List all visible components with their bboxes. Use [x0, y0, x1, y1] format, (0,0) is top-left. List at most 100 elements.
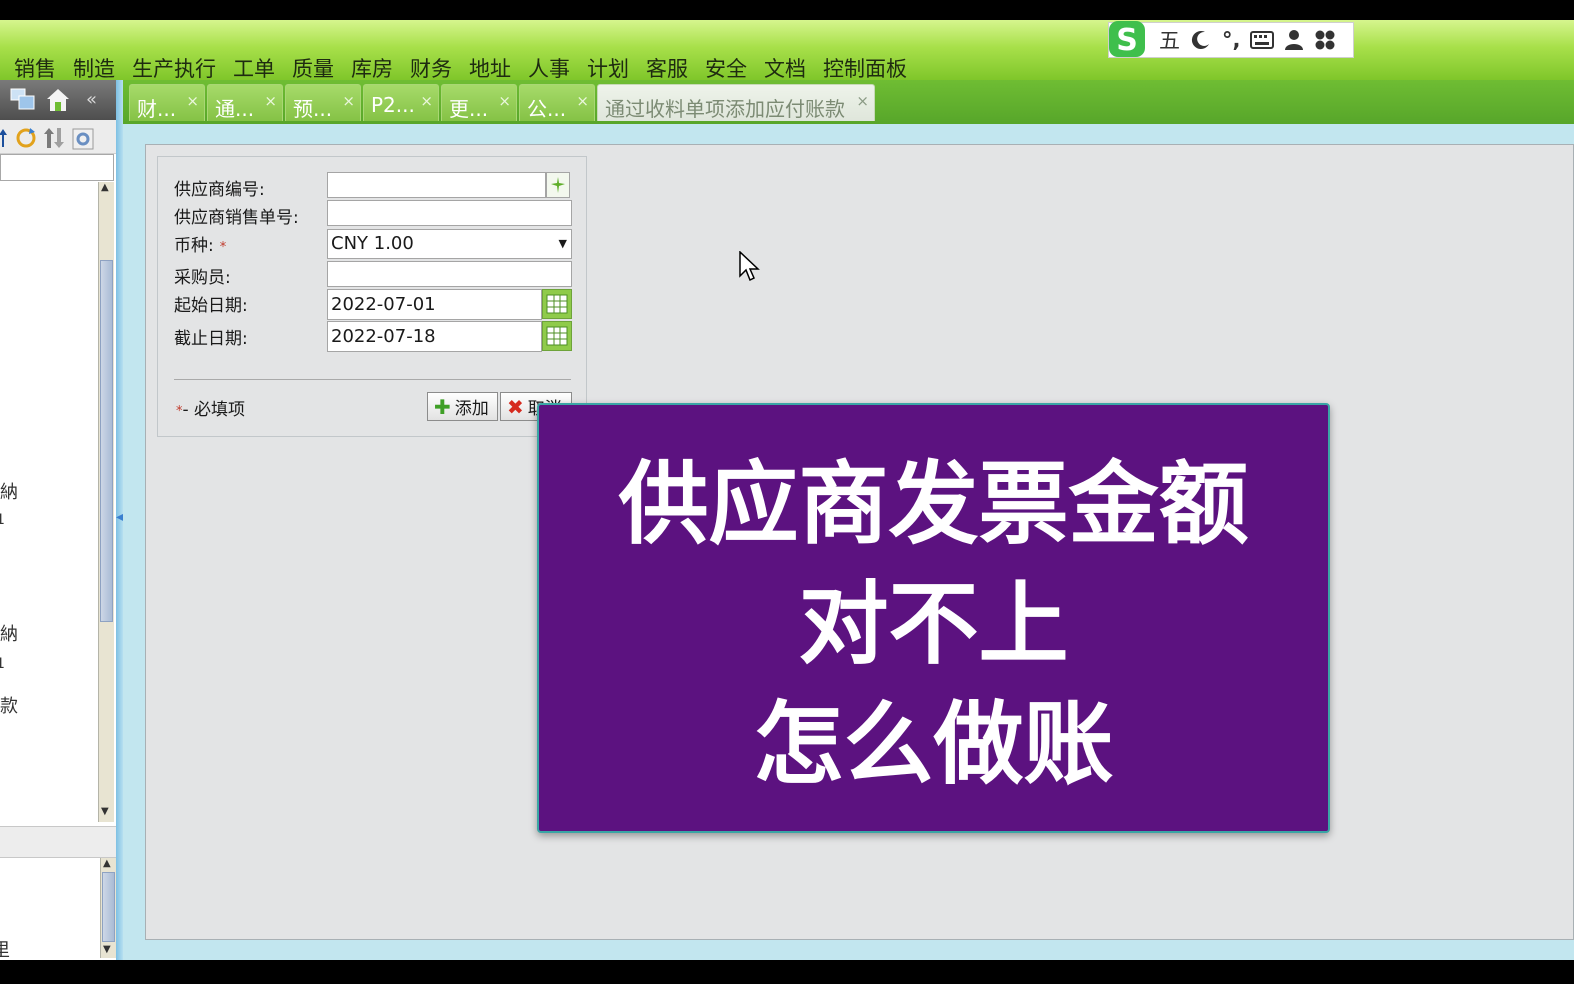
- tree-item-4[interactable]: 1: [0, 656, 5, 672]
- tab-general[interactable]: 通... ×: [207, 84, 283, 121]
- navigation-tree: 納 1 納 1 款: [0, 182, 98, 822]
- menu-customer-service[interactable]: 客服: [646, 56, 688, 82]
- end-date-field[interactable]: 2022-07-18: [327, 321, 542, 352]
- start-date-label: 起始日期:: [174, 296, 248, 316]
- tab-close-icon[interactable]: ×: [576, 92, 589, 110]
- tab-label: 更...: [449, 97, 489, 121]
- menu-quality[interactable]: 质量: [292, 56, 334, 82]
- tab-finance[interactable]: 财... ×: [129, 84, 205, 121]
- supplier-sales-no-label: 供应商销售单号:: [174, 208, 299, 228]
- tab-public[interactable]: 公... ×: [519, 84, 595, 121]
- tree-scrollbar[interactable]: ▲ ▼: [98, 182, 114, 822]
- tree-toolbar: [0, 120, 116, 154]
- add-button[interactable]: ✚ 添加: [427, 392, 498, 421]
- supplier-lookup-button[interactable]: [546, 172, 570, 198]
- collapse-panel-icon[interactable]: «: [86, 89, 97, 110]
- tree-item-3[interactable]: 納: [0, 620, 18, 646]
- menu-warehouse[interactable]: 库房: [351, 56, 393, 82]
- overlay-title-line-2: 对不上: [798, 572, 1069, 677]
- menu-security[interactable]: 安全: [705, 56, 747, 82]
- supplier-sales-no-field[interactable]: [327, 200, 572, 226]
- home-icon[interactable]: [45, 87, 71, 117]
- chevron-down-icon[interactable]: ▼: [559, 230, 567, 258]
- scroll-down-arrow-icon[interactable]: ▼: [103, 944, 111, 955]
- buyer-label: 采购员:: [174, 268, 231, 288]
- menu-finance[interactable]: 财务: [410, 56, 452, 82]
- tab-close-icon[interactable]: ×: [264, 92, 277, 110]
- form-divider: [174, 379, 571, 380]
- menu-documents[interactable]: 文档: [764, 56, 806, 82]
- bottom-black-bar: [0, 960, 1574, 984]
- menu-manufacturing[interactable]: 制造: [73, 56, 115, 82]
- add-payable-form: 供应商编号: 供应商销售单号: 币种: * CNY 1.00 ▼ 采购员: 起始日…: [157, 156, 587, 437]
- plus-icon: ✚: [434, 394, 451, 419]
- menu-work-order[interactable]: 工单: [233, 56, 275, 82]
- menu-control-panel[interactable]: 控制面板: [823, 56, 907, 82]
- tab-close-icon[interactable]: ×: [498, 92, 511, 110]
- menu-hr[interactable]: 人事: [528, 56, 570, 82]
- ime-punct-label[interactable]: °,: [1222, 28, 1240, 52]
- tree-item-1[interactable]: 納: [0, 478, 18, 504]
- tree-scrollbar-thumb[interactable]: [100, 260, 113, 622]
- required-mark: *: [219, 240, 227, 255]
- end-date-label: 截止日期:: [174, 329, 248, 349]
- add-button-label: 添加: [454, 399, 489, 419]
- tab-p2[interactable]: P2... ×: [363, 84, 439, 121]
- left-navigation-panel: « 納 1 納 1 款 ▲ ▼ 里 ▲ ▼: [0, 80, 120, 961]
- start-date-field[interactable]: 2022-07-01: [327, 289, 542, 320]
- ime-mode-label[interactable]: 五: [1159, 25, 1180, 55]
- overlay-title-line-1: 供应商发票金额: [618, 452, 1249, 557]
- currency-select[interactable]: CNY 1.00 ▼: [327, 229, 572, 259]
- tab-close-icon[interactable]: ×: [186, 92, 199, 110]
- tab-label: 公...: [527, 97, 567, 121]
- user-icon[interactable]: [1284, 29, 1304, 51]
- ime-toolbar[interactable]: S 五 °,: [1108, 21, 1354, 58]
- secondary-scrollbar[interactable]: ▲ ▼: [100, 858, 116, 958]
- tab-add-payable-by-receipt[interactable]: 通过收料单项添加应付账款 ×: [597, 84, 875, 121]
- moon-icon[interactable]: [1190, 29, 1212, 51]
- sort-tree-icon[interactable]: [42, 126, 66, 154]
- keyboard-icon[interactable]: [1250, 30, 1275, 50]
- menu-sales[interactable]: 销售: [14, 56, 56, 82]
- tree-up-icon[interactable]: [0, 128, 8, 152]
- panel-splitter[interactable]: ◀: [116, 80, 124, 960]
- left-panel-toolbar: «: [0, 80, 116, 120]
- end-date-calendar-button[interactable]: [542, 321, 572, 351]
- tab-label: 财...: [137, 97, 177, 121]
- secondary-scrollbar-thumb[interactable]: [102, 872, 115, 942]
- tree-settings-icon[interactable]: [70, 126, 96, 156]
- svg-text:S: S: [1116, 23, 1138, 58]
- refresh-tree-icon[interactable]: [14, 126, 38, 154]
- currency-select-value: CNY 1.00: [331, 233, 414, 254]
- tab-strip: 财... × 通... × 预... × P2... × 更... × 公...…: [123, 80, 1574, 124]
- currency-label: 币种: *: [174, 231, 226, 256]
- currency-label-text: 币种:: [174, 236, 214, 256]
- menu-address[interactable]: 地址: [469, 56, 511, 82]
- required-note-text: - 必填项: [182, 400, 246, 420]
- tab-close-icon[interactable]: ×: [856, 92, 869, 110]
- tab-label: 通...: [215, 97, 255, 121]
- tree-item-2[interactable]: 1: [0, 512, 5, 528]
- tab-label: P2...: [371, 93, 415, 117]
- tab-prepay[interactable]: 预... ×: [285, 84, 361, 121]
- tab-close-icon[interactable]: ×: [420, 92, 433, 110]
- apps-grid-icon[interactable]: [1314, 29, 1336, 51]
- scroll-up-arrow-icon[interactable]: ▲: [103, 858, 111, 869]
- tab-update[interactable]: 更... ×: [441, 84, 517, 121]
- supplier-id-field[interactable]: [327, 172, 546, 198]
- menu-plan[interactable]: 计划: [587, 56, 629, 82]
- window-list-icon[interactable]: [10, 88, 36, 116]
- scroll-up-arrow-icon[interactable]: ▲: [101, 182, 109, 193]
- secondary-tree: 里: [0, 858, 100, 961]
- tree-item-5[interactable]: 款: [0, 692, 18, 718]
- start-date-calendar-button[interactable]: [542, 289, 572, 319]
- tree-search-input[interactable]: [0, 154, 114, 181]
- mouse-cursor-icon: [739, 251, 760, 282]
- overlay-title-line-3: 怎么做账: [753, 692, 1114, 797]
- scroll-down-arrow-icon[interactable]: ▼: [101, 806, 109, 817]
- secondary-tree-item[interactable]: 里: [0, 936, 10, 962]
- sogou-logo-icon: S: [1109, 21, 1145, 58]
- tab-close-icon[interactable]: ×: [342, 92, 355, 110]
- menu-production-execution[interactable]: 生产执行: [132, 56, 216, 82]
- buyer-field[interactable]: [327, 261, 572, 287]
